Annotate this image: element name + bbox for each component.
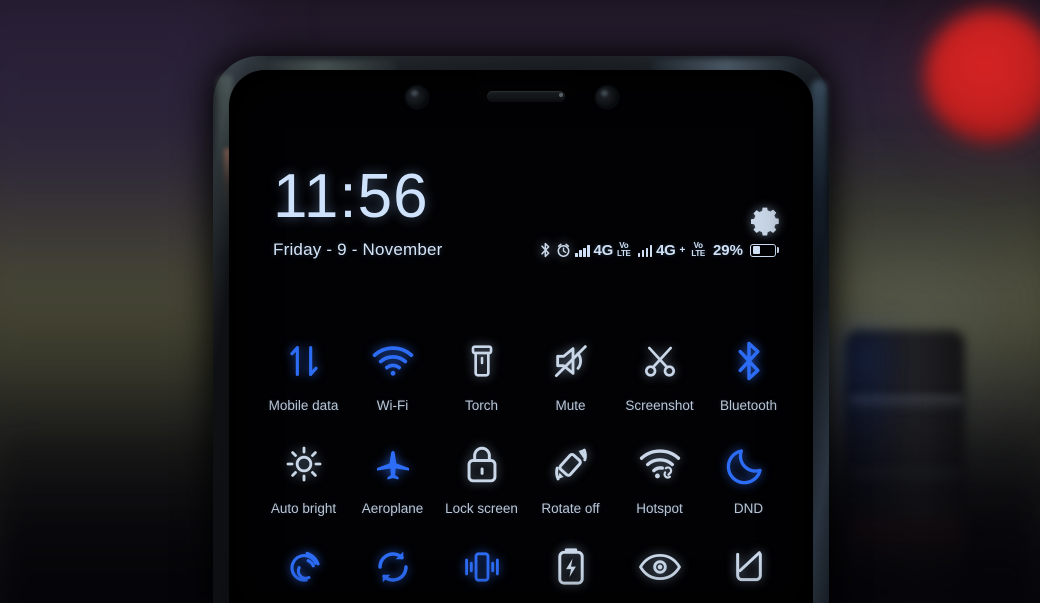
moon-icon — [726, 449, 762, 485]
volte-sim1-bottom: LTE — [616, 249, 631, 258]
tile-auto-brightness[interactable]: Auto bright — [259, 435, 348, 516]
sync-icon — [377, 551, 408, 583]
buttons-icon — [735, 551, 762, 582]
wifi-icon — [372, 346, 413, 376]
tile-label: Torch — [464, 398, 498, 413]
battery-body — [750, 243, 776, 257]
tile-mute[interactable]: Mute — [526, 332, 615, 413]
tile-label: Wi-Fi — [376, 398, 409, 413]
bezel-highlight-right — [811, 80, 827, 310]
volte-sim2-bottom: LTE — [691, 249, 705, 258]
tile-dnd[interactable]: DND — [704, 435, 793, 516]
screenshot-stage: 11:56 Friday - 9 - November 4G Vo LTE 4G… — [0, 0, 1040, 603]
bluetooth-icon — [539, 242, 552, 258]
network-type-sim2: 4G — [656, 241, 676, 259]
front-camera-left-icon — [406, 86, 428, 108]
tile-label: Lock screen — [445, 501, 518, 516]
gps-icon — [289, 551, 320, 582]
tile-vibrate[interactable]: Vibrate — [437, 538, 526, 603]
clock: 11:56 — [273, 162, 429, 231]
tile-battery-saver[interactable]: Battery saver — [526, 538, 615, 603]
tile-rotate-off[interactable]: Rotate off — [526, 435, 615, 516]
shade-header: 11:56 Friday - 9 - November 4G Vo LTE 4G… — [273, 166, 779, 260]
battery-fill — [752, 246, 760, 254]
front-camera-right-icon — [596, 86, 618, 108]
earpiece-speaker-icon — [487, 91, 565, 102]
tile-label: Auto bright — [270, 501, 337, 516]
tile-gps[interactable]: GPS — [259, 538, 348, 603]
mobile-data-icon — [289, 346, 318, 376]
phone-screen: 11:56 Friday - 9 - November 4G Vo LTE 4G… — [229, 70, 813, 603]
vibrate-icon — [464, 552, 499, 582]
settings-button[interactable] — [749, 204, 783, 243]
tile-label: Screenshot — [625, 398, 694, 413]
quick-settings-row-3: GPS Sync — [259, 538, 793, 603]
tile-label: Hotspot — [636, 501, 683, 516]
alarm-clock-icon — [556, 242, 571, 258]
date-status-row: Friday - 9 - November 4G Vo LTE 4G + Vo … — [273, 240, 779, 260]
tile-label: Rotate off — [541, 501, 600, 516]
hotspot-icon — [639, 449, 680, 479]
gear-icon — [750, 207, 779, 236]
volte-sim1-icon: Vo LTE — [617, 242, 631, 257]
tile-bluetooth[interactable]: Bluetooth — [704, 332, 793, 413]
tile-lock-screen[interactable]: Lock screen — [437, 435, 526, 516]
battery-percent-label: 29% — [712, 241, 743, 259]
status-bar: 4G Vo LTE 4G + Vo LTE 29% — [539, 242, 779, 259]
network-plus-sim2: + — [679, 244, 686, 256]
battery-cap — [777, 247, 779, 253]
tile-torch[interactable]: Torch — [437, 332, 526, 413]
battery-icon — [747, 243, 779, 257]
rotate-icon — [554, 448, 587, 481]
tile-label: DND — [733, 501, 764, 516]
bluetooth-icon — [738, 341, 759, 381]
tile-label: Aeroplane — [361, 501, 424, 516]
tile-wifi[interactable]: Wi-Fi — [348, 332, 437, 413]
volte-sim2-icon: Vo LTE — [691, 242, 705, 257]
scissors-icon — [644, 346, 675, 377]
airplane-icon — [376, 450, 409, 480]
lock-icon — [467, 446, 496, 483]
tile-screenshot[interactable]: Screenshot — [615, 332, 704, 413]
tile-label: Mute — [555, 398, 586, 413]
tile-label: Mobile data — [268, 398, 339, 413]
signal-bars-sim1-icon — [575, 244, 590, 257]
date-label: Friday - 9 - November — [273, 240, 443, 259]
phone-device: 11:56 Friday - 9 - November 4G Vo LTE 4G… — [213, 56, 829, 603]
brightness-icon — [286, 446, 321, 482]
tile-aeroplane[interactable]: Aeroplane — [348, 435, 437, 516]
quick-settings-row-1: Mobile data Wi-Fi Torch Mute Screenshot … — [259, 332, 793, 413]
tile-hotspot[interactable]: Hotspot — [615, 435, 704, 516]
notch — [229, 70, 813, 122]
tile-label: Bluetooth — [719, 398, 778, 413]
mute-icon — [554, 345, 587, 378]
eye-icon — [638, 553, 681, 581]
tile-buttons[interactable]: Buttons — [704, 538, 793, 603]
battery-saver-icon — [557, 548, 584, 585]
tile-mobile-data[interactable]: Mobile data — [259, 332, 348, 413]
torch-icon — [471, 345, 492, 377]
tile-sync[interactable]: Sync — [348, 538, 437, 603]
network-type-sim1: 4G — [593, 241, 614, 259]
tile-reading-mode[interactable]: Reading mo — [615, 538, 704, 603]
signal-bars-sim2-icon — [637, 244, 653, 257]
quick-settings-row-2: Auto bright Aeroplane Lock screen Rotate… — [259, 435, 793, 516]
quick-settings-grid: Mobile data Wi-Fi Torch Mute Screenshot … — [259, 332, 793, 603]
